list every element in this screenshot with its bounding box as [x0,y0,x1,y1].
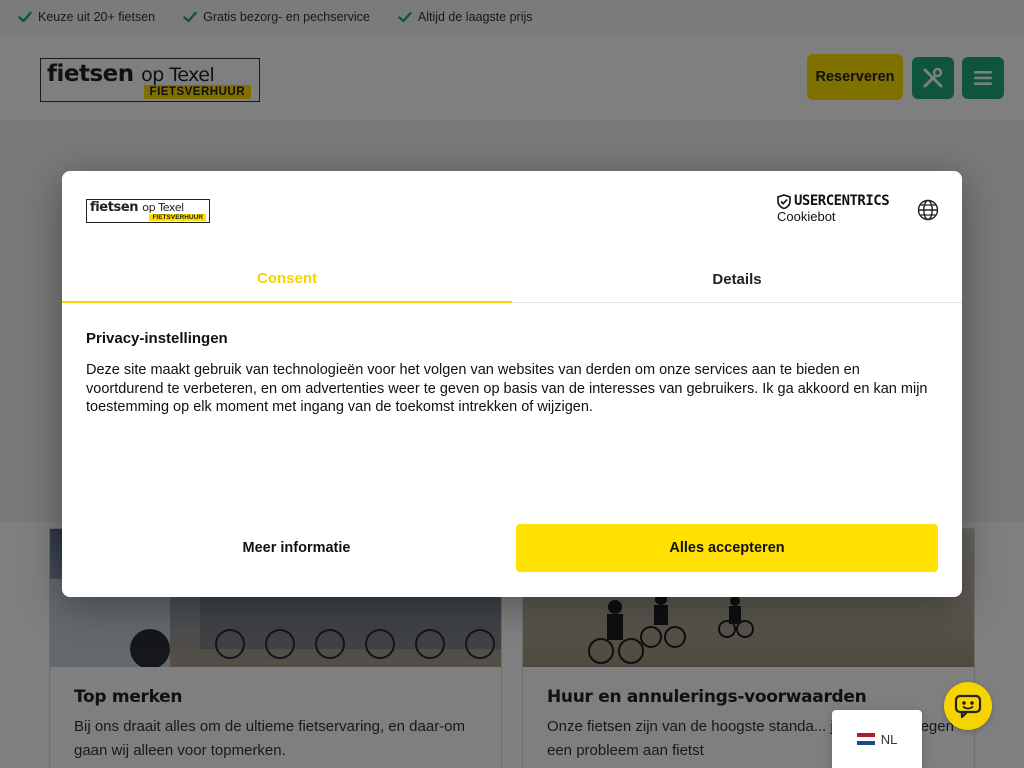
tab-details[interactable]: Details [512,255,962,303]
provider-name: USERCENTRICS [794,193,890,209]
consent-tabs: Consent Details [62,255,962,303]
language-switcher[interactable]: NL [832,710,922,768]
more-info-button[interactable]: Meer informatie [86,524,507,572]
chatbot-icon [954,694,982,719]
shield-check-icon [777,193,791,209]
cookiebot-logo: USERCENTRICS Cookiebot [777,193,892,227]
language-globe-icon[interactable] [917,199,939,221]
chat-button[interactable] [944,682,992,730]
language-code: NL [880,731,898,747]
cookie-consent-dialog: fietsen op Texel FIETSVERHUUR USERCENTRI… [62,171,962,597]
consent-body: Deze site maakt gebruik van technologieë… [86,362,928,415]
provider-product: Cookiebot [777,209,836,224]
consent-heading: Privacy-instellingen [86,330,228,347]
dutch-flag-icon [856,733,875,745]
dialog-site-logo: fietsen op Texel FIETSVERHUUR [86,199,210,223]
accept-all-button[interactable]: Alles accepteren [516,524,938,572]
tab-consent[interactable]: Consent [62,255,512,303]
